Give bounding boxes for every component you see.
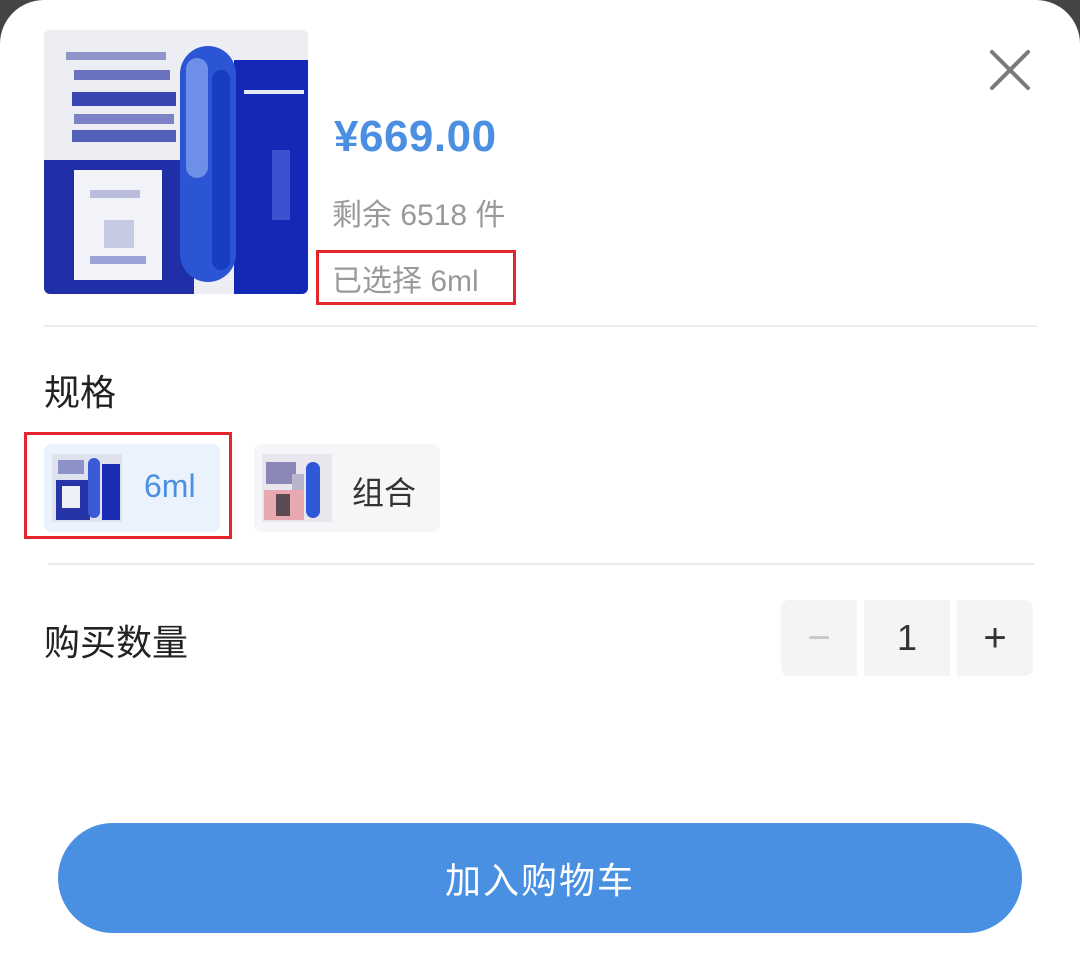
sku-selector-sheet: ¥669.00 剩余 6518 件 已选择 6ml 规格 6ml 组合 购买数量… [0, 0, 1080, 953]
spec-option-combo[interactable]: 组合 [254, 444, 440, 532]
product-image [44, 30, 308, 294]
quantity-title: 购买数量 [44, 622, 189, 663]
divider [44, 325, 1037, 327]
decrement-button[interactable]: − [781, 600, 857, 676]
increment-button[interactable]: + [957, 600, 1033, 676]
price: ¥669.00 [334, 112, 497, 161]
selected-spec-text: 已选择 6ml [332, 265, 479, 298]
spec-title: 规格 [44, 372, 117, 413]
spec-option-label: 组合 [352, 475, 417, 511]
spec-option-label: 6ml [144, 468, 196, 504]
quantity-stepper: − 1 + [781, 600, 1035, 678]
divider [48, 563, 1035, 565]
add-to-cart-button[interactable]: 加入购物车 [58, 823, 1022, 933]
close-icon[interactable] [986, 46, 1034, 94]
stock-remaining: 剩余 6518 件 [332, 199, 506, 232]
spec-thumbnail [52, 454, 122, 522]
quantity-input[interactable]: 1 [864, 600, 950, 676]
spec-thumbnail [262, 454, 332, 522]
spec-option-6ml[interactable]: 6ml [44, 444, 220, 532]
